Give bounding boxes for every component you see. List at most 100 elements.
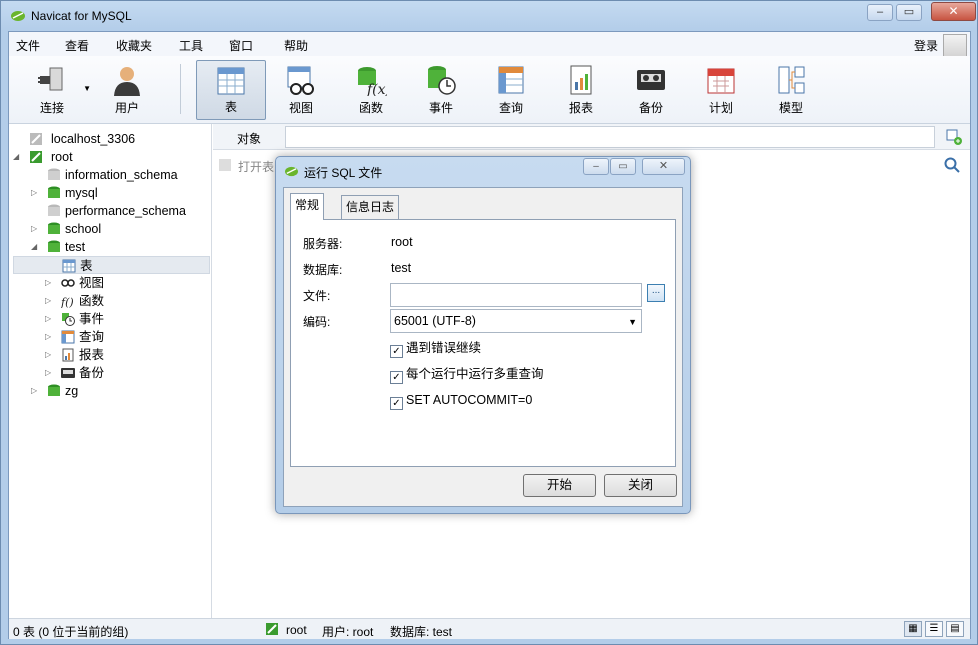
view-icon [287, 66, 314, 95]
avatar[interactable] [943, 34, 967, 58]
expanded-arrow-icon[interactable]: ◢ [31, 238, 41, 256]
menu-window[interactable]: 窗口 [229, 37, 253, 54]
database-gray-icon [48, 168, 60, 180]
open-table-button[interactable]: 打开表 [238, 158, 274, 175]
toolbar-label: 用户 [114, 101, 139, 115]
collapsed-arrow-icon[interactable]: ▷ [45, 328, 55, 346]
backup-icon [637, 70, 665, 90]
dialog-maximize-button[interactable]: ▭ [610, 158, 636, 175]
collapsed-arrow-icon[interactable]: ▷ [45, 346, 55, 364]
encoding-select[interactable]: 65001 (UTF-8) ▼ [390, 309, 642, 333]
detail-view-button[interactable]: ▤ [946, 621, 964, 637]
continue-on-error-checkbox[interactable]: ✓ 遇到错误继续 [390, 341, 481, 358]
object-tab-bar: 对象 [213, 124, 970, 150]
table-icon [62, 259, 76, 273]
dialog-minimize-button[interactable]: – [583, 158, 609, 175]
menu-help[interactable]: 帮助 [284, 37, 308, 54]
model-icon [778, 66, 805, 94]
connection-tree: localhost_3306 ◢ root information_schema… [9, 124, 212, 618]
tab-message-log[interactable]: 信息日志 [341, 195, 400, 219]
toolbar-query-button[interactable]: 查询 [476, 60, 546, 120]
event-icon [428, 66, 456, 95]
status-connection: root [286, 623, 307, 637]
query-icon [61, 330, 75, 344]
toolbar-user-button[interactable]: 用户 [92, 60, 162, 120]
function-icon: f() [61, 296, 74, 308]
expanded-arrow-icon[interactable]: ◢ [13, 148, 23, 166]
schedule-icon [707, 68, 735, 94]
svg-text:f(): f() [61, 296, 74, 308]
collapsed-arrow-icon[interactable]: ▷ [31, 382, 41, 400]
maximize-button[interactable]: ▭ [896, 4, 922, 21]
collapsed-arrow-icon[interactable]: ▷ [45, 310, 55, 328]
toolbar-report-button[interactable]: 报表 [546, 60, 616, 120]
toolbar-label: 事件 [428, 101, 453, 115]
collapsed-arrow-icon[interactable]: ▷ [45, 292, 55, 310]
tree-node-tables[interactable]: 表 [13, 256, 210, 274]
object-filter-field[interactable] [285, 126, 935, 148]
start-button[interactable]: 开始 [523, 474, 596, 497]
toolbar-backup-button[interactable]: 备份 [616, 60, 686, 120]
collapsed-arrow-icon[interactable]: ▷ [45, 274, 55, 292]
report-icon [570, 65, 592, 95]
status-database: 数据库: test [390, 625, 453, 639]
database-value: test [391, 261, 412, 275]
toolbar-event-button[interactable]: 事件 [406, 60, 476, 120]
menu-view[interactable]: 查看 [65, 37, 89, 54]
multiple-queries-checkbox[interactable]: ✓ 每个运行中运行多重查询 [390, 367, 544, 384]
connection-open-icon [30, 151, 42, 163]
toolbar-label: 备份 [638, 101, 663, 115]
status-table-count: 0 表 (0 位于当前的组) [13, 625, 129, 639]
grid-view-button[interactable]: ▦ [904, 621, 922, 637]
toolbar-label: 函数 [358, 101, 383, 115]
server-value: root [391, 235, 413, 249]
search-icon[interactable] [944, 157, 960, 173]
database-icon [48, 240, 60, 252]
collapsed-arrow-icon[interactable]: ▷ [31, 184, 41, 202]
encoding-value: 65001 (UTF-8) [394, 314, 476, 328]
navicat-logo-icon [285, 166, 298, 177]
connect-icon [38, 67, 63, 91]
connection-icon [30, 133, 42, 145]
checkbox-checked-icon: ✓ [390, 397, 403, 410]
toolbar-table-button[interactable]: 表 [196, 60, 266, 120]
new-object-icon[interactable] [946, 129, 962, 145]
status-user: 用户: root [322, 625, 374, 639]
collapsed-arrow-icon[interactable]: ▷ [31, 220, 41, 238]
database-icon [48, 384, 60, 396]
navicat-logo-icon [11, 11, 25, 21]
minimize-button[interactable]: – [867, 4, 893, 21]
database-icon [48, 222, 60, 234]
toolbar-label: 计划 [708, 101, 733, 115]
toolbar-function-button[interactable]: f(x) 函数 [336, 60, 406, 120]
collapsed-arrow-icon[interactable]: ▷ [45, 364, 55, 382]
menu-bar: 文件 查看 收藏夹 工具 窗口 帮助 登录 [9, 32, 970, 58]
database-gray-icon [48, 204, 60, 216]
tab-general[interactable]: 常规 [290, 193, 325, 220]
login-link[interactable]: 登录 [914, 37, 938, 54]
chevron-down-icon[interactable]: ▼ [83, 84, 91, 93]
file-path-input[interactable] [390, 283, 642, 307]
objects-tab[interactable]: 对象 [237, 130, 261, 147]
toolbar: 连接 ▼ 用户 表 视图 f(x) 函数 事件 [9, 56, 970, 124]
window-title: Navicat for MySQL [31, 9, 132, 23]
file-label: 文件: [303, 289, 331, 303]
dialog-close-button[interactable]: ✕ [642, 158, 685, 175]
menu-favorites[interactable]: 收藏夹 [116, 37, 152, 54]
toolbar-connect-button[interactable]: 连接 ▼ [17, 60, 91, 120]
close-button[interactable]: 关闭 [604, 474, 677, 497]
database-icon [48, 186, 60, 198]
autocommit-checkbox[interactable]: ✓ SET AUTOCOMMIT=0 [390, 393, 532, 410]
menu-tools[interactable]: 工具 [179, 37, 203, 54]
toolbar-model-button[interactable]: 模型 [756, 60, 826, 120]
general-tab-page: 服务器: root 数据库: test 文件: ... 编码: 65001 (U… [290, 219, 676, 467]
toolbar-label: 报表 [568, 101, 593, 115]
close-window-button[interactable]: ✕ [931, 2, 976, 21]
toolbar-view-button[interactable]: 视图 [266, 60, 336, 120]
toolbar-label: 表 [224, 100, 237, 114]
list-view-button[interactable]: ☰ [925, 621, 943, 637]
dialog-title: 运行 SQL 文件 [304, 166, 383, 180]
menu-file[interactable]: 文件 [16, 37, 40, 54]
browse-file-button[interactable]: ... [647, 284, 665, 302]
toolbar-schedule-button[interactable]: 计划 [686, 60, 756, 120]
